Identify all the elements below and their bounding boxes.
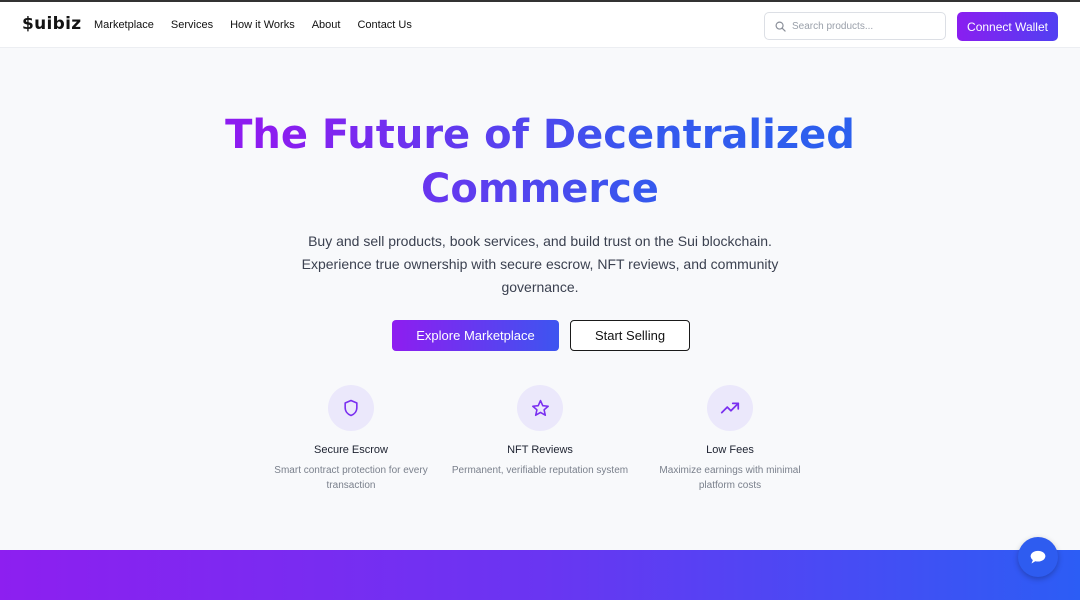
feature-description: Maximize earnings with minimal platform …: [659, 465, 801, 491]
nav-link-contact-us[interactable]: Contact Us: [357, 19, 411, 31]
feature-icon-circle: [707, 385, 753, 431]
feature-title: Low Fees: [706, 444, 754, 456]
shield-icon: [344, 399, 358, 417]
nav-link-services[interactable]: Services: [171, 19, 213, 31]
nav-link-marketplace[interactable]: Marketplace: [94, 19, 154, 31]
feature-title: Secure Escrow: [314, 444, 388, 456]
explore-marketplace-button[interactable]: Explore Marketplace: [392, 320, 559, 351]
star-icon: [531, 399, 549, 416]
search-icon: [775, 21, 786, 32]
brand-logo[interactable]: $uibiz: [22, 14, 81, 34]
feature-secure-escrow: Secure Escrow Smart contract protection …: [261, 385, 441, 493]
connect-wallet-button[interactable]: Connect Wallet: [957, 12, 1058, 41]
chat-bubble-icon: [1030, 550, 1046, 564]
feature-icon-circle: [517, 385, 563, 431]
feature-description: Permanent, verifiable reputation system: [451, 465, 629, 476]
hero-title-line-2: Commerce: [421, 166, 659, 212]
feature-nft-reviews: NFT Reviews Permanent, verifiable reputa…: [450, 385, 630, 478]
chat-button[interactable]: [1018, 537, 1058, 577]
search-box: [764, 12, 946, 40]
nav-link-about[interactable]: About: [312, 19, 341, 31]
feature-title: NFT Reviews: [507, 444, 573, 456]
start-selling-button[interactable]: Start Selling: [570, 320, 690, 351]
nav-link-how-it-works[interactable]: How it Works: [230, 19, 295, 31]
gradient-section-band: [0, 550, 1080, 600]
hero-title-line-1: The Future of Decentralized: [225, 112, 855, 158]
main-nav: Marketplace Services How it Works About …: [94, 19, 429, 31]
feature-description: Smart contract protection for every tran…: [274, 465, 428, 491]
trending-up-icon: [720, 402, 740, 414]
search-input[interactable]: [792, 20, 932, 32]
feature-icon-circle: [328, 385, 374, 431]
feature-low-fees: Low Fees Maximize earnings with minimal …: [640, 385, 820, 493]
top-navbar: $uibiz Marketplace Services How it Works…: [0, 2, 1080, 48]
hero-subtitle: Buy and sell products, book services, an…: [301, 233, 779, 295]
hero-title: The Future of Decentralized Commerce: [0, 108, 1080, 216]
